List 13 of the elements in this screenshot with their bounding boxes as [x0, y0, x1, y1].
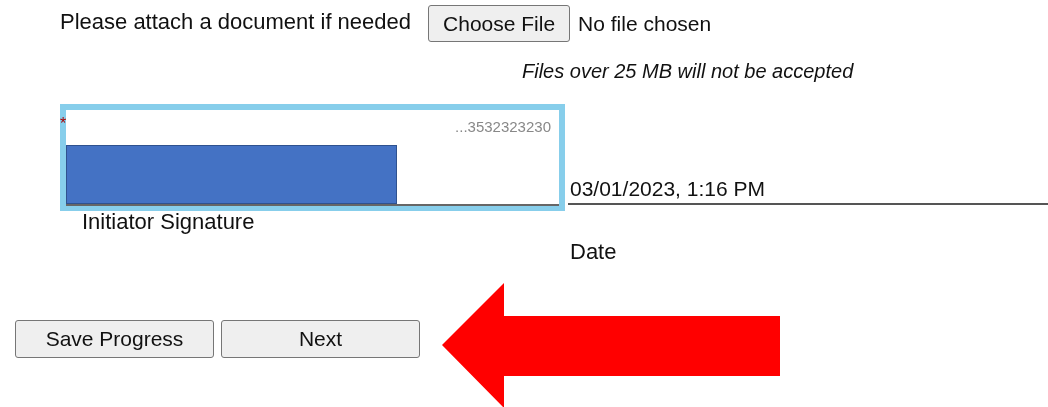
- required-asterisk: *: [60, 116, 67, 132]
- file-size-note: Files over 25 MB will not be accepted: [522, 60, 854, 82]
- attach-label: Please attach a document if needed: [60, 8, 412, 36]
- file-status: No file chosen: [578, 11, 712, 37]
- date-value: 03/01/2023, 1:16 PM: [570, 177, 765, 200]
- signature-id: ...3532323230: [455, 118, 551, 136]
- choose-file-button[interactable]: Choose File: [428, 5, 571, 42]
- date-caption: Date: [570, 239, 617, 264]
- save-progress-button[interactable]: Save Progress: [15, 319, 214, 358]
- signature-field[interactable]: * ...3532323230: [60, 104, 565, 211]
- arrow-icon: [442, 283, 780, 407]
- signature-caption: Initiator Signature: [82, 209, 255, 234]
- next-button[interactable]: Next: [221, 319, 420, 358]
